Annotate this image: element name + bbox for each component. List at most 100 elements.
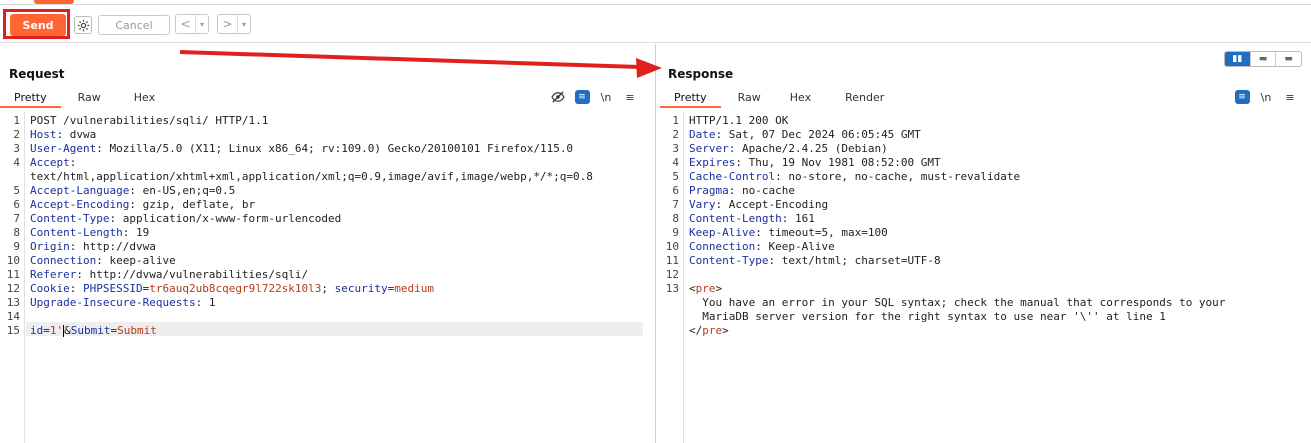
code-token: : application/x-www-form-urlencoded	[109, 212, 342, 225]
code-token: >	[722, 324, 729, 337]
line-number: 12	[665, 268, 679, 281]
code-token: medium	[394, 282, 435, 295]
line-number: 7	[672, 198, 679, 211]
code-token: : en-US,en;q=0.5	[129, 184, 236, 197]
send-button[interactable]: Send	[10, 14, 66, 36]
request-pane-title: Request	[9, 67, 65, 81]
code-token: Referer	[30, 268, 77, 281]
tab-raw[interactable]: Raw	[61, 89, 120, 108]
chevron-down-icon[interactable]: ▾	[196, 15, 208, 33]
code-token: Content-Type	[689, 254, 769, 267]
line-number: 3	[13, 142, 20, 155]
code-token: : Keep-Alive	[755, 240, 835, 253]
code-token: Expires	[689, 156, 736, 169]
menu-icon[interactable]: ≡	[618, 89, 642, 105]
code-token: Connection	[30, 254, 97, 267]
code-token: Content-Type	[30, 212, 110, 225]
code-token: Vary	[689, 198, 716, 211]
code-token: pre	[702, 324, 723, 337]
pane-splitter[interactable]	[655, 44, 656, 443]
newline-toggle[interactable]: \n	[1254, 89, 1278, 105]
code-token: Content-Length	[30, 226, 123, 239]
layout-toggle[interactable]: ▮▮ ▬ ▬	[1224, 51, 1302, 67]
line-number: 6	[13, 198, 20, 211]
code-line: You have an error in your SQL syntax; ch…	[689, 296, 1225, 310]
line-number: 9	[13, 240, 20, 253]
code-token: : Accept-Encoding	[715, 198, 829, 211]
tab-pretty[interactable]: Pretty	[660, 89, 721, 108]
repeater-toolbar: Send Cancel < ▾ > ▾	[0, 7, 1311, 43]
arrow-shaft	[179, 50, 641, 69]
eye-off-icon[interactable]	[546, 89, 570, 105]
line-number: 6	[672, 184, 679, 197]
code-token: Host	[30, 128, 57, 141]
line-number: 3	[672, 142, 679, 155]
code-token: : Sat, 07 Dec 2024 06:05:45 GMT	[715, 128, 921, 141]
line-number: 13	[665, 282, 679, 295]
cancel-button[interactable]: Cancel	[98, 15, 170, 35]
code-token: User-Agent	[30, 142, 97, 155]
code-line: Origin: http://dvwa	[30, 240, 156, 254]
tab-raw[interactable]: Raw	[721, 89, 780, 108]
code-token: Accept-Encoding	[30, 198, 130, 211]
newline-toggle[interactable]: \n	[594, 89, 618, 105]
request-tabs: Pretty Raw Hex	[0, 89, 169, 108]
line-number: 4	[13, 156, 20, 169]
chevron-down-icon[interactable]: ▾	[238, 15, 250, 33]
code-token: PHPSESSID	[83, 282, 143, 295]
line-number: 5	[13, 184, 20, 197]
line-number: 15	[6, 324, 20, 337]
code-line: <pre>	[689, 282, 722, 296]
wrap-toggle[interactable]: ≡	[1230, 89, 1254, 105]
line-number: 13	[6, 296, 20, 309]
code-token: : 19	[122, 226, 150, 239]
code-line: Referer: http://dvwa/vulnerabilities/sql…	[30, 268, 308, 282]
back-arrow-icon[interactable]: <	[176, 15, 196, 33]
single-view-icon[interactable]: ▬	[1276, 52, 1301, 66]
code-token: tr6auq2ub8cqegr9l722sk10l3	[149, 282, 322, 295]
code-line: Pragma: no-cache	[689, 184, 795, 198]
code-token: </	[689, 324, 703, 337]
line-number: 2	[13, 128, 20, 141]
code-token: <	[689, 282, 696, 295]
back-nav-group[interactable]: < ▾	[175, 14, 209, 34]
tab-pretty[interactable]: Pretty	[0, 89, 61, 108]
response-pane-title: Response	[668, 67, 734, 81]
code-line: Cache-Control: no-store, no-cache, must-…	[689, 170, 1020, 184]
code-token: ;	[321, 282, 335, 295]
line-number: 11	[6, 268, 20, 281]
line-number: 2	[672, 128, 679, 141]
forward-arrow-icon[interactable]: >	[218, 15, 238, 33]
split-view-icon[interactable]: ▮▮	[1225, 52, 1251, 66]
response-pane-icons: ≡ \n ≡	[1230, 89, 1302, 105]
line-number: 1	[672, 114, 679, 127]
line-number: 10	[665, 240, 679, 253]
code-token: POST /vulnerabilities/sqli/ HTTP/1.1	[30, 114, 269, 127]
code-token: : gzip, deflate, br	[129, 198, 256, 211]
code-token: pre	[695, 282, 716, 295]
horizontal-view-icon[interactable]: ▬	[1251, 52, 1277, 66]
code-token: :	[69, 156, 77, 169]
line-number: 8	[13, 226, 20, 239]
line-number: 11	[665, 254, 679, 267]
code-token: MariaDB server version for the right syn…	[689, 310, 1166, 323]
tab-hex[interactable]: Hex	[120, 89, 169, 108]
code-token: : 1	[195, 296, 216, 309]
code-line: POST /vulnerabilities/sqli/ HTTP/1.1	[30, 114, 268, 128]
gear-icon[interactable]	[74, 16, 92, 34]
forward-nav-group[interactable]: > ▾	[217, 14, 251, 34]
code-token: Submit	[117, 324, 157, 337]
code-line: Upgrade-Insecure-Requests: 1	[30, 296, 215, 310]
tab-render[interactable]: Render	[831, 89, 898, 108]
code-token: Accept-Language	[30, 184, 130, 197]
line-number: 7	[13, 212, 20, 225]
wrap-toggle[interactable]: ≡	[570, 89, 594, 105]
active-repeater-tab-indicator[interactable]	[34, 0, 74, 4]
menu-icon[interactable]: ≡	[1278, 89, 1302, 105]
code-token: Origin	[30, 240, 70, 253]
code-line: Accept:	[30, 156, 76, 170]
code-line: Expires: Thu, 19 Nov 1981 08:52:00 GMT	[689, 156, 941, 170]
tab-hex[interactable]: Hex	[780, 89, 831, 108]
code-token: : http://dvwa	[69, 240, 156, 253]
code-token: :	[69, 282, 83, 295]
